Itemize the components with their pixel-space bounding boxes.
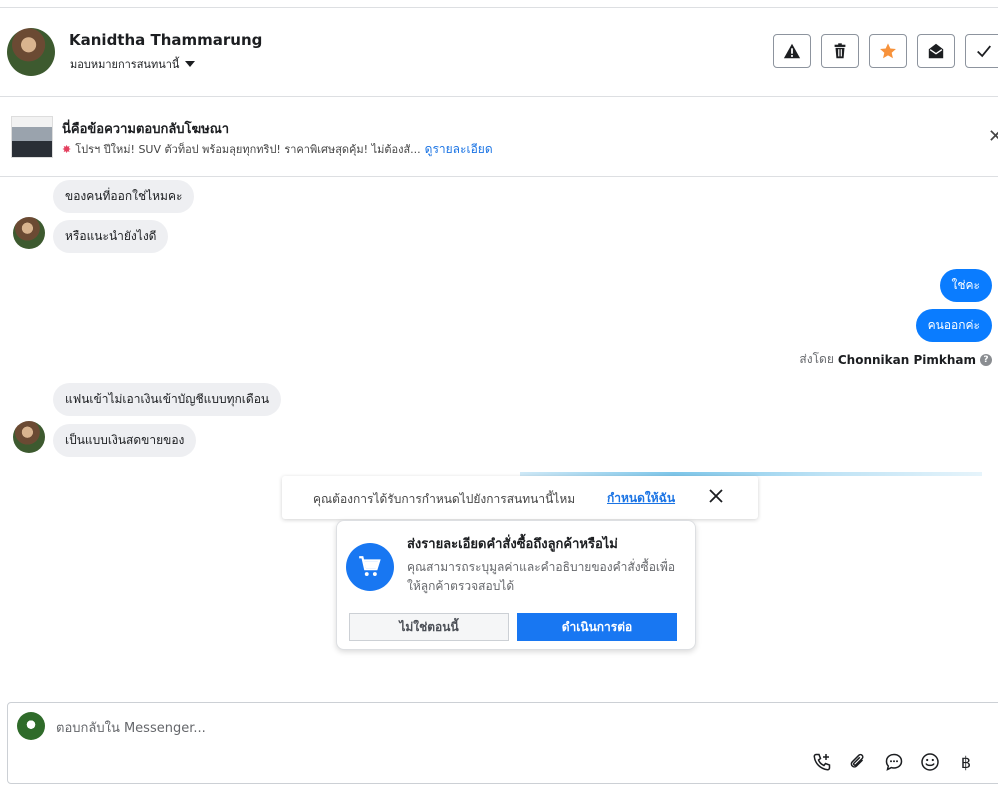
assign-question: คุณต้องการได้รับการกำหนดไปยังการสนทนานี้…: [313, 492, 576, 506]
header-divider: [0, 96, 998, 97]
cart-icon: [346, 543, 394, 591]
reply-composer: ตอบกลับใน Messenger... ฿: [7, 702, 998, 784]
sender-name: Chonnikan Pimkham: [837, 352, 976, 367]
contact-avatar-small: [13, 217, 45, 249]
assign-label: มอบหมายการสนทนานี้: [70, 58, 180, 71]
message-incoming[interactable]: แฟนเข้าไม่เอาเงินเข้าบัญชีแบบทุกเดือน: [53, 383, 282, 416]
call-plus-icon[interactable]: [811, 751, 833, 773]
contact-avatar[interactable]: [7, 28, 55, 76]
close-icon[interactable]: ✕: [988, 126, 998, 147]
trash-icon: [834, 43, 846, 59]
ad-reply-subtitle: ✸ โปรฯ ปีใหม่! SUV ตัวท็อป พร้อมลุยทุกทริ…: [62, 140, 493, 159]
mark-unread-button[interactable]: [917, 34, 955, 68]
message-incoming[interactable]: ของคนที่ออกใช่ไหมคะ: [53, 180, 195, 213]
ad-details-link[interactable]: ดูรายละเอียด: [425, 142, 493, 156]
order-details-prompt: ส่งรายละเอียดคำสั่งซื้อถึงลูกค้าหรือไม่ …: [336, 520, 696, 650]
banner-divider: [0, 176, 998, 177]
message-outgoing[interactable]: ใช่คะ: [939, 269, 992, 302]
baht-icon[interactable]: ฿: [955, 751, 977, 773]
message-outgoing[interactable]: คนออกค่ะ: [915, 309, 992, 342]
mark-unread-icon: [928, 43, 944, 59]
order-prompt-description: คุณสามารถระบุมูลค่าและคำอธิบายของคำสั่งซ…: [407, 560, 676, 593]
reply-input[interactable]: ตอบกลับใน Messenger...: [56, 717, 206, 738]
assign-conversation-dropdown[interactable]: มอบหมายการสนทนานี้: [70, 55, 196, 73]
emoji-icon[interactable]: [919, 751, 941, 773]
sparkle-icon: ✸: [62, 143, 72, 156]
ad-thumbnail: [11, 116, 53, 158]
delete-button[interactable]: [821, 34, 859, 68]
order-prompt-title: ส่งรายละเอียดคำสั่งซื้อถึงลูกค้าหรือไม่: [407, 537, 618, 552]
assign-to-me-prompt: คุณต้องการได้รับการกำหนดไปยังการสนทนานี้…: [282, 476, 758, 519]
quick-reply-icon[interactable]: [883, 751, 905, 773]
sent-by-prefix: ส่งโดย: [799, 352, 834, 366]
mark-done-button[interactable]: [965, 34, 998, 68]
not-now-button[interactable]: ไม่ใช่ตอนนี้: [349, 613, 509, 641]
ad-subtitle-text: โปรฯ ปีใหม่! SUV ตัวท็อป พร้อมลุยทุกทริป…: [75, 143, 421, 156]
star-button[interactable]: [869, 34, 907, 68]
spam-icon: [783, 43, 801, 59]
chevron-down-icon: [185, 61, 196, 67]
attach-icon[interactable]: [847, 751, 869, 773]
help-icon[interactable]: ?: [980, 353, 992, 366]
contact-name[interactable]: Kanidtha Thammarung: [69, 31, 262, 49]
assign-to-me-link[interactable]: กำหนดให้ฉัน: [607, 489, 675, 508]
sent-by-label: ส่งโดย Chonnikan Pimkham ?: [799, 350, 992, 369]
check-icon: [977, 45, 991, 58]
continue-button[interactable]: ดำเนินการต่อ: [517, 613, 677, 641]
message-incoming[interactable]: เป็นแบบเงินสดขายของ: [53, 424, 197, 457]
page-avatar: [17, 712, 45, 740]
message-incoming[interactable]: หรือแนะนำยังไงดี: [53, 220, 169, 253]
star-icon: [880, 43, 896, 59]
ad-reply-title: นี่คือข้อความตอบกลับโฆษณา: [62, 122, 230, 137]
contact-avatar-small: [13, 421, 45, 453]
top-divider: [0, 7, 998, 8]
spam-button[interactable]: [773, 34, 811, 68]
close-icon[interactable]: [707, 487, 725, 505]
